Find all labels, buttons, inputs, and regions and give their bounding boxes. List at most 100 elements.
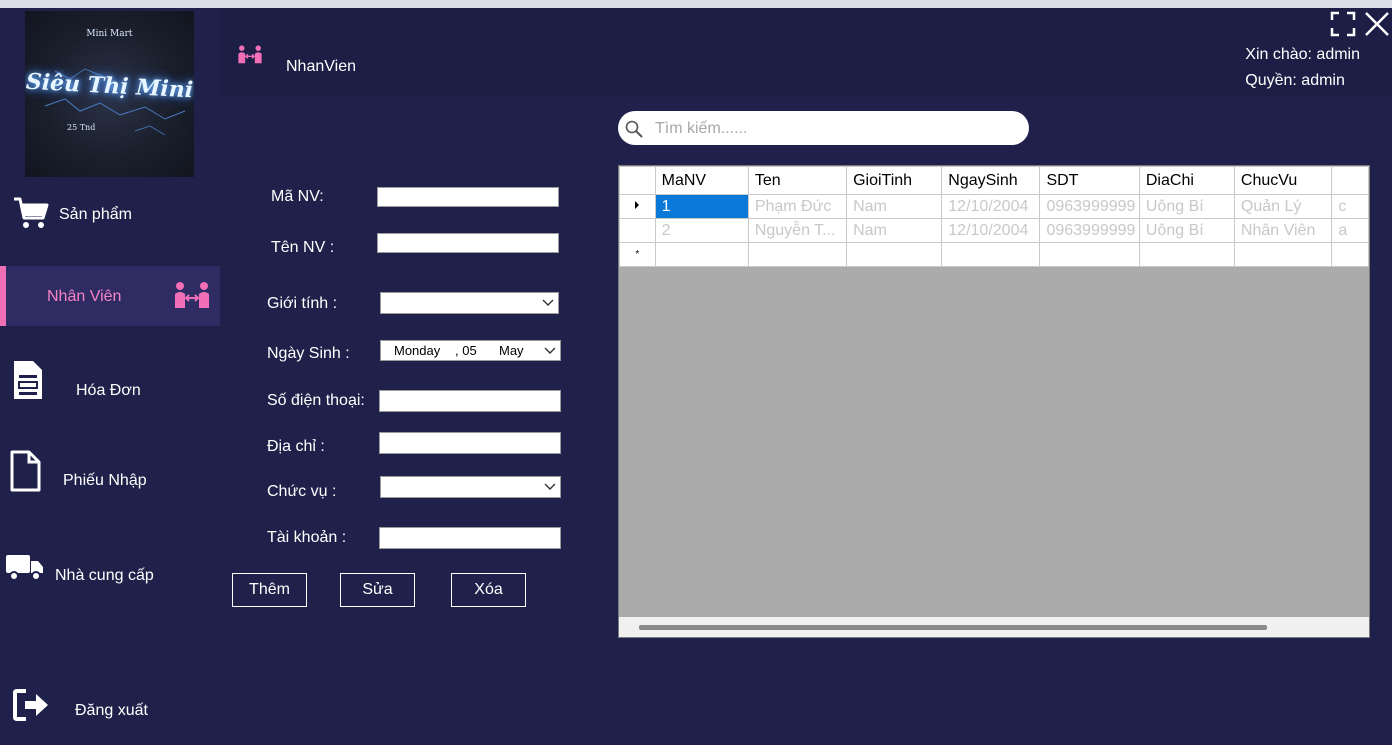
sidebar: Mini Mart Siêu Thị Mini 25 Tnd Sản phẩm … bbox=[0, 8, 220, 745]
people-icon bbox=[175, 282, 209, 308]
table-row[interactable]: 1 Phạm Đức Nam 12/10/2004 0963999999 Uôn… bbox=[619, 194, 1369, 219]
table-cell[interactable]: Uông Bí bbox=[1138, 194, 1235, 219]
table-cell[interactable]: 0963999999 bbox=[1039, 218, 1140, 243]
employee-grid[interactable]: MaNV Ten GioiTinh NgaySinh SDT DiaChi Ch… bbox=[618, 165, 1370, 638]
logout-icon bbox=[13, 689, 48, 721]
edit-button[interactable]: Sửa bbox=[340, 573, 415, 607]
table-cell[interactable] bbox=[1039, 242, 1140, 267]
user-info: Xin chào: admin Quyền: admin bbox=[1245, 42, 1360, 94]
sidebar-item-label: Phiếu Nhập bbox=[63, 472, 147, 489]
table-header-row: MaNV Ten GioiTinh NgaySinh SDT DiaChi Ch… bbox=[619, 166, 1369, 195]
active-indicator bbox=[0, 266, 6, 326]
employee-table: MaNV Ten GioiTinh NgaySinh SDT DiaChi Ch… bbox=[619, 166, 1369, 267]
sidebar-item-label: Hóa Đơn bbox=[76, 382, 141, 399]
page-title: NhanVien bbox=[286, 58, 356, 75]
table-cell[interactable]: Phạm Đức bbox=[747, 194, 848, 219]
new-row-marker: * bbox=[619, 242, 656, 267]
search-input[interactable]: Tìm kiếm...... bbox=[618, 111, 1029, 145]
logout-button[interactable]: Đăng xuất bbox=[0, 680, 220, 740]
sdt-label: Số điện thoại: bbox=[267, 392, 365, 409]
ngay-sinh-datepicker[interactable]: Monday , 05 May bbox=[380, 340, 561, 361]
table-cell[interactable]: a bbox=[1331, 218, 1369, 243]
scrollbar-thumb[interactable] bbox=[639, 625, 1267, 630]
table-cell[interactable]: Nam bbox=[846, 218, 943, 243]
logo-lightning-decoration bbox=[44, 68, 186, 136]
column-header[interactable]: ChucVu bbox=[1233, 166, 1333, 195]
table-cell[interactable]: Uông Bí bbox=[1138, 218, 1235, 243]
dia-chi-label: Địa chỉ : bbox=[267, 438, 325, 455]
sdt-input[interactable] bbox=[379, 390, 561, 412]
search-placeholder: Tìm kiếm...... bbox=[655, 120, 748, 137]
close-icon[interactable] bbox=[1364, 11, 1390, 37]
date-month: May bbox=[499, 343, 524, 358]
table-cell[interactable]: Nguyễn T... bbox=[747, 218, 848, 243]
ma-nv-label: Mã NV: bbox=[271, 188, 324, 205]
document-icon bbox=[10, 450, 41, 492]
table-cell[interactable]: Nam bbox=[846, 194, 943, 219]
table-cell[interactable]: Quản Lý bbox=[1233, 194, 1333, 219]
app-logo: Mini Mart Siêu Thị Mini 25 Tnd bbox=[25, 11, 194, 177]
role-text: Quyền: admin bbox=[1245, 72, 1345, 89]
new-row[interactable]: * bbox=[619, 242, 1369, 267]
table-cell[interactable] bbox=[747, 242, 848, 267]
row-selector[interactable] bbox=[619, 194, 656, 219]
column-header[interactable]: SDT bbox=[1039, 166, 1140, 195]
sidebar-item-nha-cung-cap[interactable]: Nhà cung cấp bbox=[0, 538, 220, 598]
gioi-tinh-select[interactable] bbox=[380, 292, 559, 314]
table-cell[interactable]: 12/10/2004 bbox=[941, 194, 1041, 219]
row-selector[interactable] bbox=[619, 218, 656, 243]
tai-khoan-label: Tài khoản : bbox=[267, 529, 347, 546]
tai-khoan-input[interactable] bbox=[379, 527, 561, 549]
sidebar-item-label: Nhân Viên bbox=[47, 288, 122, 305]
table-cell[interactable]: c bbox=[1331, 194, 1369, 219]
table-cell[interactable]: 12/10/2004 bbox=[941, 218, 1041, 243]
window-top-strip bbox=[0, 0, 1392, 8]
ngay-sinh-label: Ngày Sinh : bbox=[267, 345, 350, 362]
gioi-tinh-label: Giới tính : bbox=[267, 295, 338, 312]
truck-icon bbox=[6, 555, 43, 581]
chevron-down-icon bbox=[542, 299, 554, 306]
column-header[interactable] bbox=[1331, 166, 1369, 195]
sidebar-item-label: Đăng xuất bbox=[75, 702, 148, 719]
sidebar-item-hoa-don[interactable]: Hóa Đơn bbox=[0, 353, 220, 413]
sidebar-item-nhan-vien[interactable]: Nhân Viên bbox=[0, 266, 220, 326]
ten-nv-input[interactable] bbox=[377, 233, 559, 253]
table-cell[interactable]: 1 bbox=[654, 194, 749, 219]
column-header[interactable]: MaNV bbox=[654, 166, 749, 195]
add-button[interactable]: Thêm bbox=[232, 573, 307, 607]
search-icon bbox=[625, 120, 643, 138]
table-cell[interactable] bbox=[846, 242, 943, 267]
date-weekday: Monday bbox=[394, 343, 441, 358]
horizontal-scrollbar[interactable] bbox=[619, 617, 1369, 637]
delete-button[interactable]: Xóa bbox=[451, 573, 526, 607]
table-cell[interactable] bbox=[941, 242, 1041, 267]
column-header[interactable]: GioiTinh bbox=[846, 166, 943, 195]
table-row[interactable]: 2 Nguyễn T... Nam 12/10/2004 0963999999 … bbox=[619, 218, 1369, 243]
sidebar-item-phieu-nhap[interactable]: Phiếu Nhập bbox=[0, 443, 220, 503]
table-cell[interactable] bbox=[1233, 242, 1333, 267]
sidebar-item-san-pham[interactable]: Sản phẩm bbox=[0, 186, 220, 246]
sidebar-item-label: Nhà cung cấp bbox=[55, 567, 154, 584]
chevron-down-icon bbox=[544, 483, 556, 490]
people-icon bbox=[238, 45, 262, 64]
chevron-down-icon bbox=[544, 347, 556, 354]
row-header-corner bbox=[619, 166, 656, 195]
table-cell[interactable]: Nhân Viên bbox=[1233, 218, 1333, 243]
column-header[interactable]: DiaChi bbox=[1138, 166, 1235, 195]
cart-icon bbox=[14, 197, 49, 228]
table-cell[interactable] bbox=[1331, 242, 1369, 267]
table-cell[interactable] bbox=[1138, 242, 1235, 267]
maximize-icon[interactable] bbox=[1330, 11, 1356, 37]
table-cell[interactable]: 0963999999 bbox=[1039, 194, 1140, 219]
current-row-arrow-icon bbox=[635, 201, 640, 209]
greeting-text: Xin chào: admin bbox=[1245, 46, 1360, 63]
table-cell[interactable] bbox=[654, 242, 749, 267]
column-header[interactable]: NgaySinh bbox=[941, 166, 1041, 195]
ten-nv-label: Tên NV : bbox=[271, 239, 335, 256]
chuc-vu-label: Chức vụ : bbox=[267, 483, 337, 500]
chuc-vu-select[interactable] bbox=[380, 476, 561, 498]
column-header[interactable]: Ten bbox=[747, 166, 848, 195]
table-cell[interactable]: 2 bbox=[654, 218, 749, 243]
dia-chi-input[interactable] bbox=[379, 432, 561, 454]
ma-nv-input[interactable] bbox=[377, 187, 559, 207]
